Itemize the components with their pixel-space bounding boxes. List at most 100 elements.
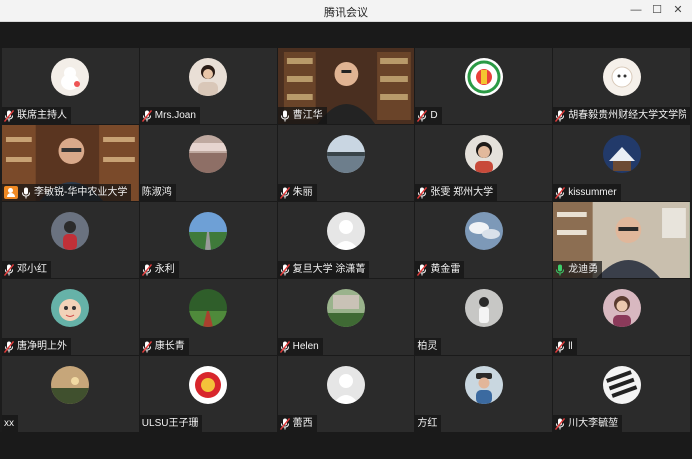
participant-name: D <box>430 110 438 121</box>
avatar <box>602 366 641 404</box>
avatar <box>189 135 228 173</box>
participant-tile[interactable]: 联席主持人 <box>2 48 139 124</box>
avatar <box>326 366 365 404</box>
name-label-bar: kissummer <box>553 184 621 201</box>
name-label-bar: xx <box>2 415 18 432</box>
participant-tile[interactable]: 方红 <box>415 356 553 432</box>
name-label-bar: Mrs.Joan <box>139 107 200 124</box>
participant-name: 蕾西 <box>292 418 313 429</box>
participant-tile[interactable]: xx <box>2 356 139 432</box>
name-label-bar: 唐净明上外 <box>2 338 71 355</box>
name-label-bar: 柏灵 <box>415 338 442 355</box>
mic-muted-icon <box>4 340 14 353</box>
avatar <box>51 366 90 404</box>
participant-tile[interactable]: 黄金雷 <box>415 202 553 278</box>
top-toolbar-area <box>0 22 692 48</box>
name-label-bar: 胡春毅贵州财经大学文学院 <box>553 107 690 124</box>
mic-muted-icon <box>417 186 428 199</box>
mic-muted-icon <box>141 109 152 122</box>
participant-name: xx <box>4 418 14 429</box>
participant-tile[interactable]: 邓小红 <box>2 202 139 278</box>
name-label-bar: 曹江华 <box>277 107 327 124</box>
name-label-bar: 李敏锐-华中农业大学 <box>2 184 132 201</box>
mic-muted-icon <box>417 263 428 276</box>
name-label-bar: 蕾西 <box>277 415 317 432</box>
name-label-bar: Helen <box>277 338 323 355</box>
mic-muted-icon <box>555 417 566 430</box>
participant-tile[interactable]: 蕾西 <box>277 356 415 432</box>
participant-name: 川大李毓堃 <box>568 418 619 429</box>
name-label-bar: 川大李毓堃 <box>553 415 623 432</box>
participant-name: 张雯 郑州大学 <box>430 187 494 198</box>
mic-muted-icon <box>279 340 290 353</box>
name-label-bar: 复旦大学 涂潇菁 <box>277 261 370 278</box>
participant-tile[interactable]: 康长青 <box>139 279 277 355</box>
title-bar: 腾讯会议 — ☐ ✕ <box>0 0 692 22</box>
participant-tile[interactable]: Mrs.Joan <box>139 48 277 124</box>
name-label-bar: 联席主持人 <box>2 107 71 124</box>
name-label-bar: ULSU王子珊 <box>139 415 203 432</box>
minimize-button[interactable]: — <box>627 3 645 18</box>
participant-tile[interactable]: 李敏锐-华中农业大学 <box>2 125 139 201</box>
participant-name: 胡春毅贵州财经大学文学院 <box>568 110 686 121</box>
participant-name: 永利 <box>154 264 175 275</box>
participant-name: 陈淑鸿 <box>141 187 172 198</box>
bottom-toolbar-area <box>0 432 692 459</box>
mic-muted-icon <box>555 186 566 199</box>
avatar <box>51 58 90 96</box>
name-label-bar: 康长青 <box>139 338 189 355</box>
participant-tile[interactable]: 朱丽 <box>277 125 415 201</box>
participant-tile[interactable]: D <box>415 48 553 124</box>
participant-tile[interactable]: kissummer <box>553 125 690 201</box>
avatar <box>602 289 641 327</box>
avatar <box>326 135 365 173</box>
participant-tile[interactable]: 永利 <box>139 202 277 278</box>
mic-muted-icon <box>279 186 290 199</box>
participant-name: 方红 <box>417 418 438 429</box>
participant-tile[interactable]: 曹江华 <box>277 48 415 124</box>
participant-tile[interactable]: 张雯 郑州大学 <box>415 125 553 201</box>
mic-muted-icon <box>141 263 152 276</box>
participant-tile[interactable]: ULSU王子珊 <box>139 356 277 432</box>
participant-tile[interactable]: 胡春毅贵州财经大学文学院 <box>553 48 690 124</box>
avatar <box>189 212 228 250</box>
participant-tile[interactable]: 川大李毓堃 <box>553 356 690 432</box>
participant-tile[interactable]: ll <box>553 279 690 355</box>
avatar <box>464 58 503 96</box>
participant-name: kissummer <box>568 187 617 198</box>
participant-name: ULSU王子珊 <box>141 418 199 429</box>
mic-muted-icon <box>141 340 152 353</box>
host-icon <box>4 186 18 199</box>
close-button[interactable]: ✕ <box>669 3 687 18</box>
participant-name: 朱丽 <box>292 187 313 198</box>
mic-icon <box>21 187 31 199</box>
participant-tile[interactable]: 唐净明上外 <box>2 279 139 355</box>
participant-tile[interactable]: 龙迪勇 <box>553 202 690 278</box>
participant-name: 黄金雷 <box>430 264 461 275</box>
name-label-bar: 邓小红 <box>2 261 51 278</box>
avatar <box>51 289 90 327</box>
maximize-button[interactable]: ☐ <box>648 3 666 18</box>
participant-tile[interactable]: 柏灵 <box>415 279 553 355</box>
participant-tile[interactable]: 陈淑鸿 <box>139 125 277 201</box>
avatar <box>602 58 641 96</box>
participant-tile[interactable]: 复旦大学 涂潇菁 <box>277 202 415 278</box>
name-label-bar: 黄金雷 <box>415 261 465 278</box>
avatar <box>189 289 228 327</box>
participant-name: 柏灵 <box>417 341 438 352</box>
avatar <box>326 289 365 327</box>
mic-muted-icon <box>555 109 566 122</box>
avatar <box>326 212 365 250</box>
participant-name: 唐净明上外 <box>17 341 67 352</box>
participant-tile[interactable]: Helen <box>277 279 415 355</box>
avatar <box>464 135 503 173</box>
name-label-bar: ll <box>553 338 577 355</box>
avatar <box>464 366 503 404</box>
participant-grid: 联席主持人 Mrs.Joan 曹江华 D 胡春毅贵州财经大学文学院李敏锐-华中农业大学 陈… <box>2 48 690 432</box>
window-title: 腾讯会议 <box>324 7 368 19</box>
avatar <box>189 58 228 96</box>
mic-muted-icon <box>279 263 290 276</box>
name-label-bar: 朱丽 <box>277 184 317 201</box>
participant-name: 曹江华 <box>292 110 323 121</box>
avatar <box>51 212 90 250</box>
